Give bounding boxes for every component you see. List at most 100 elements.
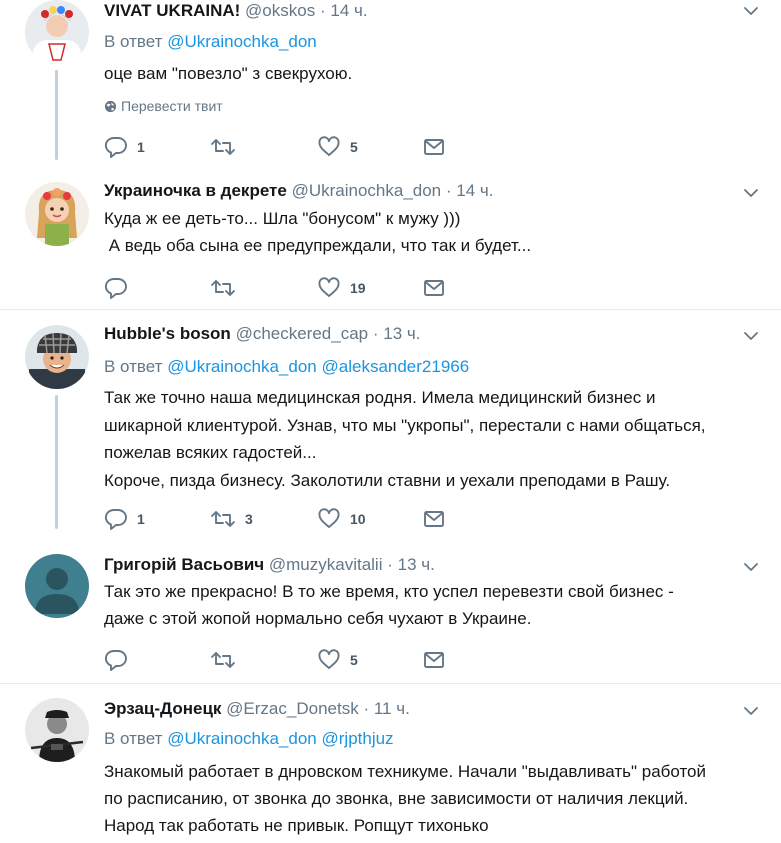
like-count: 5	[350, 652, 358, 668]
envelope-icon	[424, 139, 444, 155]
like-button[interactable]: 10	[317, 506, 366, 532]
tweet-text-line: шикарной клиентурой. Узнав, что мы "укро…	[104, 415, 706, 435]
tweet-text: Куда ж ее деть-то... Шла "бонусом" к муж…	[104, 205, 764, 259]
retweet-button[interactable]	[210, 275, 245, 301]
username[interactable]: @Erzac_Donetsk	[226, 699, 359, 718]
avatar[interactable]	[25, 0, 89, 64]
retweet-button[interactable]: 3	[210, 506, 253, 532]
like-count: 19	[350, 280, 366, 296]
envelope-icon	[424, 652, 444, 668]
reply-context: В ответ @Ukrainochka_don @aleksander2196…	[104, 356, 469, 378]
tweet-text-line: по расписанию, от звонка до звонка, вне …	[104, 789, 689, 808]
mention-link[interactable]: @Ukrainochka_don	[167, 32, 317, 51]
avatar[interactable]	[25, 182, 89, 246]
retweet-icon	[211, 652, 235, 668]
reply-button[interactable]	[104, 275, 137, 301]
timestamp[interactable]: 11 ч.	[374, 699, 410, 718]
direct-message-button[interactable]	[422, 647, 446, 673]
chevron-down-icon[interactable]	[742, 327, 760, 345]
tweet-text: Так же точно наша медицинская родня. Име…	[104, 384, 764, 494]
chevron-down-icon[interactable]	[742, 558, 760, 576]
reply-icon	[104, 650, 127, 671]
tweet-text-line: Знакомый работает в днровском техникуме.…	[104, 762, 707, 781]
mention-link[interactable]: @Ukrainochka_don	[167, 729, 317, 748]
display-name[interactable]: Hubble's boson	[104, 324, 231, 343]
avatar[interactable]	[25, 325, 89, 389]
tweet-text-line: даже с этой жопой нормально себя чухают …	[104, 609, 532, 628]
tweet-5[interactable]: Эрзац-Донецк @Erzac_Donetsk · 11 ч. В от…	[0, 698, 781, 843]
avatar[interactable]	[25, 554, 89, 618]
heart-icon	[318, 136, 340, 156]
timestamp[interactable]: 13 ч.	[398, 555, 435, 574]
globe-icon	[104, 100, 117, 113]
username[interactable]: @muzykavitalii	[269, 555, 383, 574]
reply-count: 1	[137, 139, 145, 155]
heart-icon	[318, 649, 340, 669]
heart-icon	[318, 277, 340, 297]
separator: ·	[445, 181, 452, 200]
reply-icon	[104, 278, 127, 299]
reply-button[interactable]: 1	[104, 506, 145, 532]
like-button[interactable]: 5	[317, 647, 358, 673]
retweet-count: 3	[245, 511, 253, 527]
divider	[0, 683, 781, 684]
reply-prefix: В ответ	[104, 357, 163, 376]
envelope-icon	[424, 511, 444, 527]
mention-link[interactable]: @aleksander21966	[322, 357, 470, 376]
direct-message-button[interactable]	[422, 506, 446, 532]
divider	[0, 309, 781, 310]
chevron-down-icon[interactable]	[742, 184, 760, 202]
separator: ·	[363, 699, 370, 718]
reply-button[interactable]: 1	[104, 134, 145, 160]
retweet-button[interactable]	[210, 134, 245, 160]
tweet-header: Hubble's boson @checkered_cap · 13 ч.	[104, 323, 420, 345]
heart-icon	[318, 508, 340, 528]
tweet-3[interactable]: Hubble's boson @checkered_cap · 13 ч. В …	[0, 323, 781, 535]
translate-label: Перевести твит	[121, 98, 223, 114]
username[interactable]: @Ukrainochka_don	[292, 181, 442, 200]
tweet-header: VIVAT UKRAINA! @okskos · 14 ч.	[104, 0, 368, 22]
tweet-text-line: Так это же прекрасно! В то же время, кто…	[104, 582, 674, 601]
tweet-text-line: Народ так работать не привык. Ропщут тих…	[104, 816, 489, 835]
reply-icon	[104, 509, 127, 530]
mention-link[interactable]: @rjpthjuz	[322, 729, 394, 748]
timestamp[interactable]: 13 ч.	[383, 324, 420, 343]
reply-button[interactable]	[104, 647, 137, 673]
tweet-thread: VIVAT UKRAINA! @okskos · 14 ч. В ответ @…	[0, 0, 781, 843]
tweet-text-line: пожелав всяких гадостей...	[104, 443, 317, 462]
chevron-down-icon[interactable]	[742, 2, 760, 20]
translate-link[interactable]: Перевести твит	[104, 97, 223, 115]
like-button[interactable]: 19	[317, 275, 366, 301]
reply-count: 1	[137, 511, 145, 527]
retweet-icon	[211, 280, 235, 296]
reply-prefix: В ответ	[104, 32, 163, 51]
separator: ·	[387, 555, 393, 574]
timestamp[interactable]: 14 ч.	[456, 181, 493, 200]
username[interactable]: @checkered_cap	[236, 324, 369, 343]
tweet-text-line: А ведь оба сына ее предупреждали, что та…	[104, 236, 532, 255]
display-name[interactable]: VIVAT UKRAINA!	[104, 1, 240, 20]
display-name[interactable]: Эрзац-Донецк	[104, 699, 221, 718]
tweet-4[interactable]: Григорій Васьович @muzykavitalii · 13 ч.…	[0, 554, 781, 676]
retweet-button[interactable]	[210, 647, 245, 673]
tweet-text: Знакомый работает в днровском техникуме.…	[104, 758, 764, 839]
timestamp[interactable]: 14 ч.	[330, 1, 367, 20]
tweet-2[interactable]: Украиночка в декрете @Ukrainochka_don · …	[0, 180, 781, 305]
envelope-icon	[424, 280, 444, 296]
username[interactable]: @okskos	[245, 1, 315, 20]
like-count: 10	[350, 511, 366, 527]
tweet-text-line: Так же точно наша медицинская родня. Име…	[104, 388, 656, 407]
tweet-text: Так это же прекрасно! В то же время, кто…	[104, 578, 764, 632]
tweet-text-line: Куда ж ее деть-то... Шла "бонусом" к муж…	[104, 209, 461, 228]
mention-link[interactable]: @Ukrainochka_don	[167, 357, 317, 376]
avatar[interactable]	[25, 698, 89, 762]
direct-message-button[interactable]	[422, 134, 446, 160]
like-button[interactable]: 5	[317, 134, 358, 160]
display-name[interactable]: Григорій Васьович	[104, 555, 264, 574]
tweet-header: Украиночка в декрете @Ukrainochka_don · …	[104, 180, 494, 202]
tweet-1[interactable]: VIVAT UKRAINA! @okskos · 14 ч. В ответ @…	[0, 0, 781, 170]
chevron-down-icon[interactable]	[742, 702, 760, 720]
direct-message-button[interactable]	[422, 275, 446, 301]
separator: ·	[319, 1, 326, 20]
display-name[interactable]: Украиночка в декрете	[104, 181, 287, 200]
